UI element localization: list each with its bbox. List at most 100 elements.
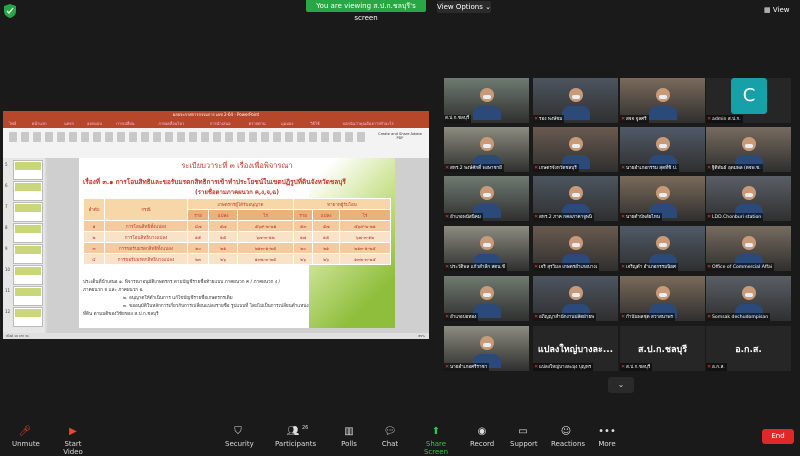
video-off-icon: ▶︎ [69, 426, 77, 437]
view-options-label: View Options [437, 3, 483, 11]
participant-tile[interactable]: C ✕admin ส.ป.ก. [706, 78, 791, 123]
table-subheader: ราย [292, 209, 314, 221]
slide-notes: ประเด็นที่นำเสนอ ๑. พิจารณาอนุมัติเกษตรก… [83, 279, 389, 319]
participant-count: 26 [302, 425, 309, 431]
unmute-button[interactable]: 🎤︎ Unmute [12, 426, 40, 448]
gallery-scroll-down-button[interactable]: ⌄ [608, 377, 634, 393]
slide-title: ระเบียบวาระที่ ๓ เรื่องเพื่อพิจารณา [181, 161, 293, 170]
participant-tile[interactable]: ✕สหร.2 พงษ์ศักดิ์ พงษาชายี [444, 127, 529, 172]
participant-tile[interactable]: ✕นายอำเภอศรีราชา [444, 326, 529, 371]
end-meeting-button[interactable]: End [762, 429, 794, 444]
participant-name-label: ✕ส.ป.ก.ชลบุรี [620, 363, 653, 371]
ppt-tab: บอกฉันว่าคุณต้องการทำอะไร [342, 121, 394, 126]
unmute-label: Unmute [12, 440, 40, 448]
meeting-toolbar: 🎤︎ Unmute ▶︎ Start Video ⛉ Security 👥︎ 2… [0, 418, 800, 456]
participant-name-label: ✕เจริ สุรวิมล เกษตรอำเภอบางเ [533, 263, 600, 271]
participant-tile[interactable]: ✕รอง พงษ์ชม [533, 78, 618, 123]
participants-button[interactable]: 👥︎ 26 Participants [275, 425, 316, 448]
table-subheader: แปลง [208, 209, 239, 221]
grid-view-icon: ▦ [764, 6, 771, 14]
ppt-tab: มุมมอง [281, 121, 294, 126]
microphone-muted-icon: ✕ [621, 214, 626, 220]
record-button[interactable]: ◉ Record [470, 426, 494, 448]
participant-tile[interactable]: ส.ป.ก.ชลบุรี [444, 78, 529, 123]
chat-button[interactable]: 💬︎ Chat [380, 426, 400, 448]
face-mask [483, 144, 491, 148]
participant-tile[interactable]: ✕อำเภอบ่อทอง [444, 276, 529, 321]
start-video-button[interactable]: ▶︎ Start Video [56, 426, 90, 456]
participant-name: นายอำเภอศรีราชา [450, 365, 488, 370]
participant-name-label: ✕เกษตรจังหวัดชลบุรี [533, 164, 579, 172]
person-body [473, 106, 501, 120]
slide-number: 5 [5, 162, 8, 167]
participant-tile[interactable]: อ.ก.ส. ✕อ.ก.ส. [706, 326, 791, 371]
participant-tile[interactable]: ✕นายดำบ์พลัยไหน [620, 176, 705, 221]
face-mask [659, 193, 667, 197]
security-shield-icon[interactable] [4, 4, 16, 18]
participant-tile[interactable]: ✕เจริญดำ อำเภอกรรมนิยศ [620, 226, 705, 271]
table-cell: ๕๖๙-๒-๒๑ [338, 220, 392, 232]
view-button[interactable]: ▦ View [764, 4, 796, 16]
participant-tile[interactable]: ✕นายอำเภอกรรม สุดที่ชิ ป. [620, 127, 705, 172]
share-screen-button[interactable]: ⬆︎ Share Screen [416, 426, 456, 456]
participant-name-label: ✕นายอำเภอกรรม สุดที่ชิ ป. [620, 164, 680, 172]
current-slide: ระเบียบวาระที่ ๓ เรื่องเพื่อพิจารณา เรื่… [79, 158, 395, 328]
participant-name-label: ✕อำเภอพนัสนิคม [444, 213, 483, 221]
slide-number: 8 [5, 225, 8, 230]
microphone-muted-icon: ✕ [707, 264, 712, 270]
view-options-button[interactable]: View Options ⌄ [437, 1, 491, 13]
ribbon-control [117, 132, 125, 142]
ribbon-control [93, 132, 101, 142]
table-subheader: ไร่ [237, 209, 294, 221]
participant-tile[interactable]: ✕LDD.Chonburi station [706, 176, 791, 221]
security-label: Security [225, 440, 254, 448]
table-row: ๒การโอนสิทธิบางแปลง ๑๕ ๑๕ ๖๗-๓-๑๒ ๑๗ ๑๕ ๖๗-๓-๑… [83, 231, 392, 243]
table-row: ๓การขอรับมรดกสิทธิทั้งแปลง ๒๐ ๒๑ ๒๑๓-๑-๒๕ ๒๐… [83, 242, 392, 254]
participant-tile[interactable]: ✕กำนันพลชุด สวาสนาพร [620, 276, 705, 321]
polls-button[interactable]: ▥ Polls [338, 426, 360, 448]
microphone-muted-icon: ✕ [707, 314, 712, 320]
support-button[interactable]: ▭ Support [510, 426, 538, 448]
participant-tile[interactable]: ✕ประวัติพล แก้วสำลีก สตน.ชี [444, 226, 529, 271]
face-mask [483, 95, 491, 99]
person-body [649, 106, 677, 120]
support-icon: ▭ [518, 426, 528, 437]
participant-tile[interactable]: ✕เกษตรจังหวัดชลบุรี [533, 127, 618, 172]
avatar: C [731, 78, 767, 114]
reactions-button[interactable]: ☺ Reactions [551, 426, 585, 448]
participant-name-label: ✕Somsak dechudompisan [706, 313, 771, 321]
slide-thumbnail [13, 181, 43, 201]
ribbon-control [285, 132, 293, 142]
table-cell: ๒๐ [292, 242, 314, 254]
participant-tile[interactable]: ✕Office of Commercial Affai [706, 226, 791, 271]
participant-tile[interactable]: ✕เจริ สุรวิมล เกษตรอำเภอบางเ [533, 226, 618, 271]
ribbon-control [45, 132, 53, 142]
table-cell: ๒๖ [312, 253, 340, 265]
ellipsis-icon: ••• [598, 426, 616, 437]
ppt-status-bar: สไลด์ 10 จาก 31 85% [3, 333, 429, 339]
more-button[interactable]: ••• More [597, 426, 617, 448]
ppt-tab: การเปลี่ยน [116, 121, 135, 126]
note-line: ภาคผนวก จ และ ภาคผนวก ฉ [83, 288, 143, 293]
table-cell: ๕๖๙-๒-๒๑ [237, 220, 294, 232]
participant-name-label: ส.ป.ก.ชลบุรี [444, 115, 472, 123]
participant-tile[interactable]: ✕อภิญญาสำนักงานปลัดฝ่ายพ [533, 276, 618, 321]
participant-tile[interactable]: ส.ป.ก.ชลบุรี ✕ส.ป.ก.ชลบุรี [620, 326, 705, 371]
participant-name: นายอำเภอกรรม สุดที่ชิ ป. [626, 166, 678, 171]
ribbon-control [9, 132, 17, 142]
slide-number: 9 [5, 246, 8, 251]
participant-tile[interactable]: ✕ฐิติพันธ์ อุดมพล (ตจพ.ช. [706, 127, 791, 172]
participant-tile[interactable]: ✕อำเภอพนัสนิคม [444, 176, 529, 221]
security-button[interactable]: ⛉ Security [225, 426, 254, 448]
table-cell: ๒๖ [292, 253, 314, 265]
microphone-muted-icon: ✕ [707, 165, 712, 171]
table-cell: ๕๓ [292, 220, 314, 232]
participant-tile[interactable]: ✕Somsak dechudompisan [706, 276, 791, 321]
participant-tile[interactable]: แปลงใหญ่บางละ... ✕แปลงใหญ่บางละมุง บุญทร [533, 326, 618, 371]
microphone-muted-icon: ✕ [621, 165, 626, 171]
smile-icon: ☺ [560, 426, 572, 437]
participant-tile[interactable]: ✕สจจ จูลศรี [620, 78, 705, 123]
note-line: ประเด็นที่นำเสนอ ๑. พิจารณาอนุมัติเกษตรก… [83, 280, 281, 285]
participant-tile[interactable]: ✕สหร.2 ภาค กคลภาคาจูพนิ [533, 176, 618, 221]
table-header: ทายาทผู้รับโอน [292, 198, 392, 210]
